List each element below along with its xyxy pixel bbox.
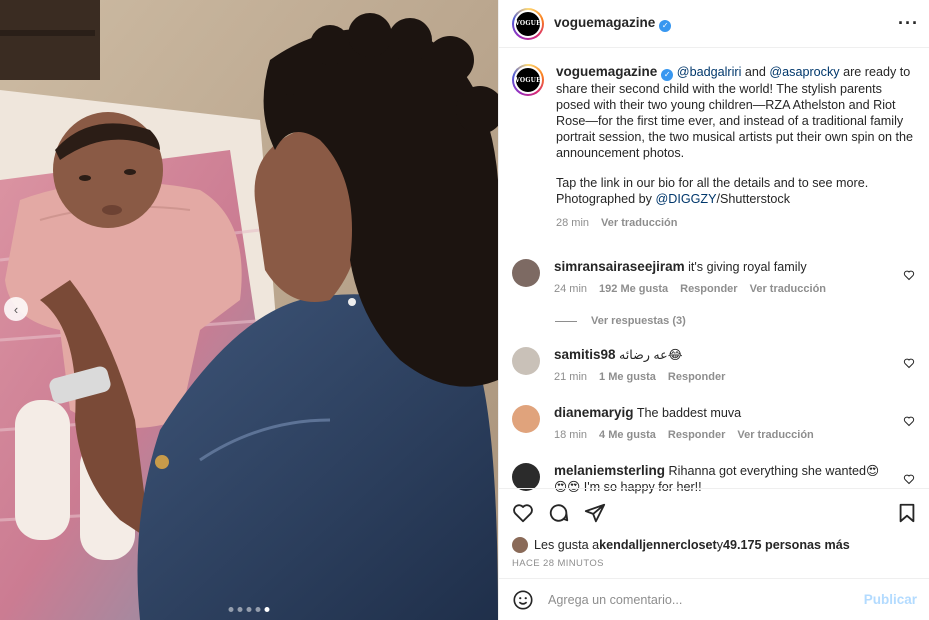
caption-meta: 28 min Ver traducción	[556, 215, 915, 231]
comment-time[interactable]: 24 min	[554, 281, 587, 297]
carousel-dots	[228, 607, 270, 612]
post-timestamp[interactable]: HACE 28 MINUTOS	[499, 553, 929, 569]
commenter-avatar[interactable]	[512, 463, 540, 491]
commenter-avatar[interactable]	[512, 405, 540, 433]
commenter-avatar[interactable]	[512, 347, 540, 375]
replies-divider	[555, 320, 577, 322]
add-comment-bar: Publicar	[499, 578, 929, 620]
carousel-dot-active	[264, 607, 270, 612]
reply-button[interactable]: Responder	[668, 427, 725, 443]
translate-link[interactable]: Ver traducción	[737, 427, 813, 443]
like-comment-heart-icon[interactable]	[903, 357, 915, 369]
comment-input[interactable]	[548, 592, 828, 607]
vogue-logo-icon: VOGUE	[514, 66, 542, 94]
comment-bubble-icon[interactable]	[548, 502, 570, 524]
comment-text: it's giving royal family	[688, 260, 807, 274]
comment: dianemaryig The baddest muva 18 min 4 Me…	[512, 405, 915, 443]
instagram-post-view: ‹ VOGUE voguemagazine ✓ ··· VOGUE voguem…	[0, 0, 929, 620]
comment: samitis98 عه رضائه😂 21 min 1 Me gusta Re…	[512, 347, 915, 385]
view-replies-label: Ver respuestas (3)	[591, 315, 686, 327]
comment-body: dianemaryig The baddest muva 18 min 4 Me…	[554, 405, 884, 443]
post-action-bar	[499, 489, 929, 537]
caption-text: /Shutterstock	[716, 192, 791, 206]
author-username[interactable]: voguemagazine ✓	[554, 15, 672, 32]
comment-meta: 21 min 1 Me gusta Responder	[554, 369, 884, 385]
mention-link[interactable]: @DIGGZY	[655, 192, 716, 206]
commenter-username[interactable]: dianemaryig	[554, 405, 634, 420]
emoji-picker-icon[interactable]	[512, 589, 534, 611]
comments-list: simransairaseejiram it's giving royal fa…	[499, 259, 929, 495]
comment-text: عه رضائه😂	[619, 348, 683, 362]
post-photo[interactable]: ‹	[0, 0, 498, 620]
carousel-dot	[228, 607, 234, 612]
caption-text: and	[741, 65, 770, 79]
author-avatar[interactable]: VOGUE	[512, 7, 544, 40]
verified-badge-icon: ✓	[659, 20, 672, 32]
translate-link[interactable]: Ver traducción	[601, 215, 677, 231]
post-actions-section: Les gusta a kendalljennercloset y 49.175…	[499, 488, 929, 569]
comment-likes[interactable]: 4 Me gusta	[599, 427, 656, 443]
carousel-dot	[255, 607, 261, 612]
publish-button[interactable]: Publicar	[864, 592, 917, 607]
post-caption: VOGUE voguemagazine ✓ @badgalriri and @as…	[499, 48, 929, 231]
commenter-username[interactable]: samitis98	[554, 347, 616, 362]
like-comment-heart-icon[interactable]	[903, 269, 915, 281]
reply-button[interactable]: Responder	[668, 369, 725, 385]
carousel-dot	[246, 607, 252, 612]
like-comment-heart-icon[interactable]	[903, 473, 915, 485]
comment-time[interactable]: 21 min	[554, 369, 587, 385]
comment-body: simransairaseejiram it's giving royal fa…	[554, 259, 884, 297]
caption-author-avatar[interactable]: VOGUE	[512, 64, 544, 96]
vogue-logo-icon: VOGUE	[514, 9, 542, 38]
more-options-icon[interactable]: ···	[898, 13, 919, 34]
save-bookmark-icon[interactable]	[896, 502, 918, 524]
verified-badge-icon: ✓	[661, 69, 674, 81]
likes-text: Les gusta a	[534, 538, 600, 552]
commenter-avatar[interactable]	[512, 259, 540, 287]
comment: simransairaseejiram it's giving royal fa…	[512, 259, 915, 297]
like-heart-icon[interactable]	[512, 502, 534, 524]
share-send-icon[interactable]	[584, 502, 606, 524]
carousel-prev-button[interactable]: ‹	[4, 297, 28, 321]
caption-time[interactable]: 28 min	[556, 215, 589, 231]
liker-username[interactable]: kendalljennercloset	[599, 538, 717, 552]
likes-count[interactable]: 49.175 personas más	[723, 538, 850, 552]
comment-likes[interactable]: 192 Me gusta	[599, 281, 668, 297]
comment-body: samitis98 عه رضائه😂 21 min 1 Me gusta Re…	[554, 347, 884, 385]
author-username-text: voguemagazine	[554, 15, 656, 30]
comment-text: The baddest muva	[636, 406, 742, 420]
commenter-username[interactable]: simransairaseejiram	[554, 259, 685, 274]
likes-summary: Les gusta a kendalljennercloset y 49.175…	[499, 537, 929, 553]
caption-body: voguemagazine ✓ @badgalriri and @asaprock…	[556, 64, 915, 231]
comment-time[interactable]: 18 min	[554, 427, 587, 443]
translate-link[interactable]: Ver traducción	[750, 281, 826, 297]
comment-meta: 18 min 4 Me gusta Responder Ver traducci…	[554, 427, 884, 443]
post-header: VOGUE voguemagazine ✓ ···	[499, 0, 929, 48]
post-side-panel: VOGUE voguemagazine ✓ ··· VOGUE voguemaga…	[498, 0, 929, 620]
comment-meta: 24 min 192 Me gusta Responder Ver traduc…	[554, 281, 884, 297]
like-comment-heart-icon[interactable]	[903, 415, 915, 427]
caption-author[interactable]: voguemagazine	[556, 64, 657, 79]
mention-link[interactable]: @asaprocky	[769, 65, 839, 79]
comment-likes[interactable]: 1 Me gusta	[599, 369, 656, 385]
photo-illustration	[0, 0, 498, 620]
caption-text: are ready to share their second child wi…	[556, 65, 913, 160]
reply-button[interactable]: Responder	[680, 281, 737, 297]
commenter-username[interactable]: melaniemsterling	[554, 463, 665, 478]
carousel-dot	[237, 607, 243, 612]
liker-avatar[interactable]	[512, 537, 528, 553]
view-replies-button[interactable]: Ver respuestas (3)	[555, 315, 915, 327]
mention-link[interactable]: @badgalriri	[677, 65, 742, 79]
